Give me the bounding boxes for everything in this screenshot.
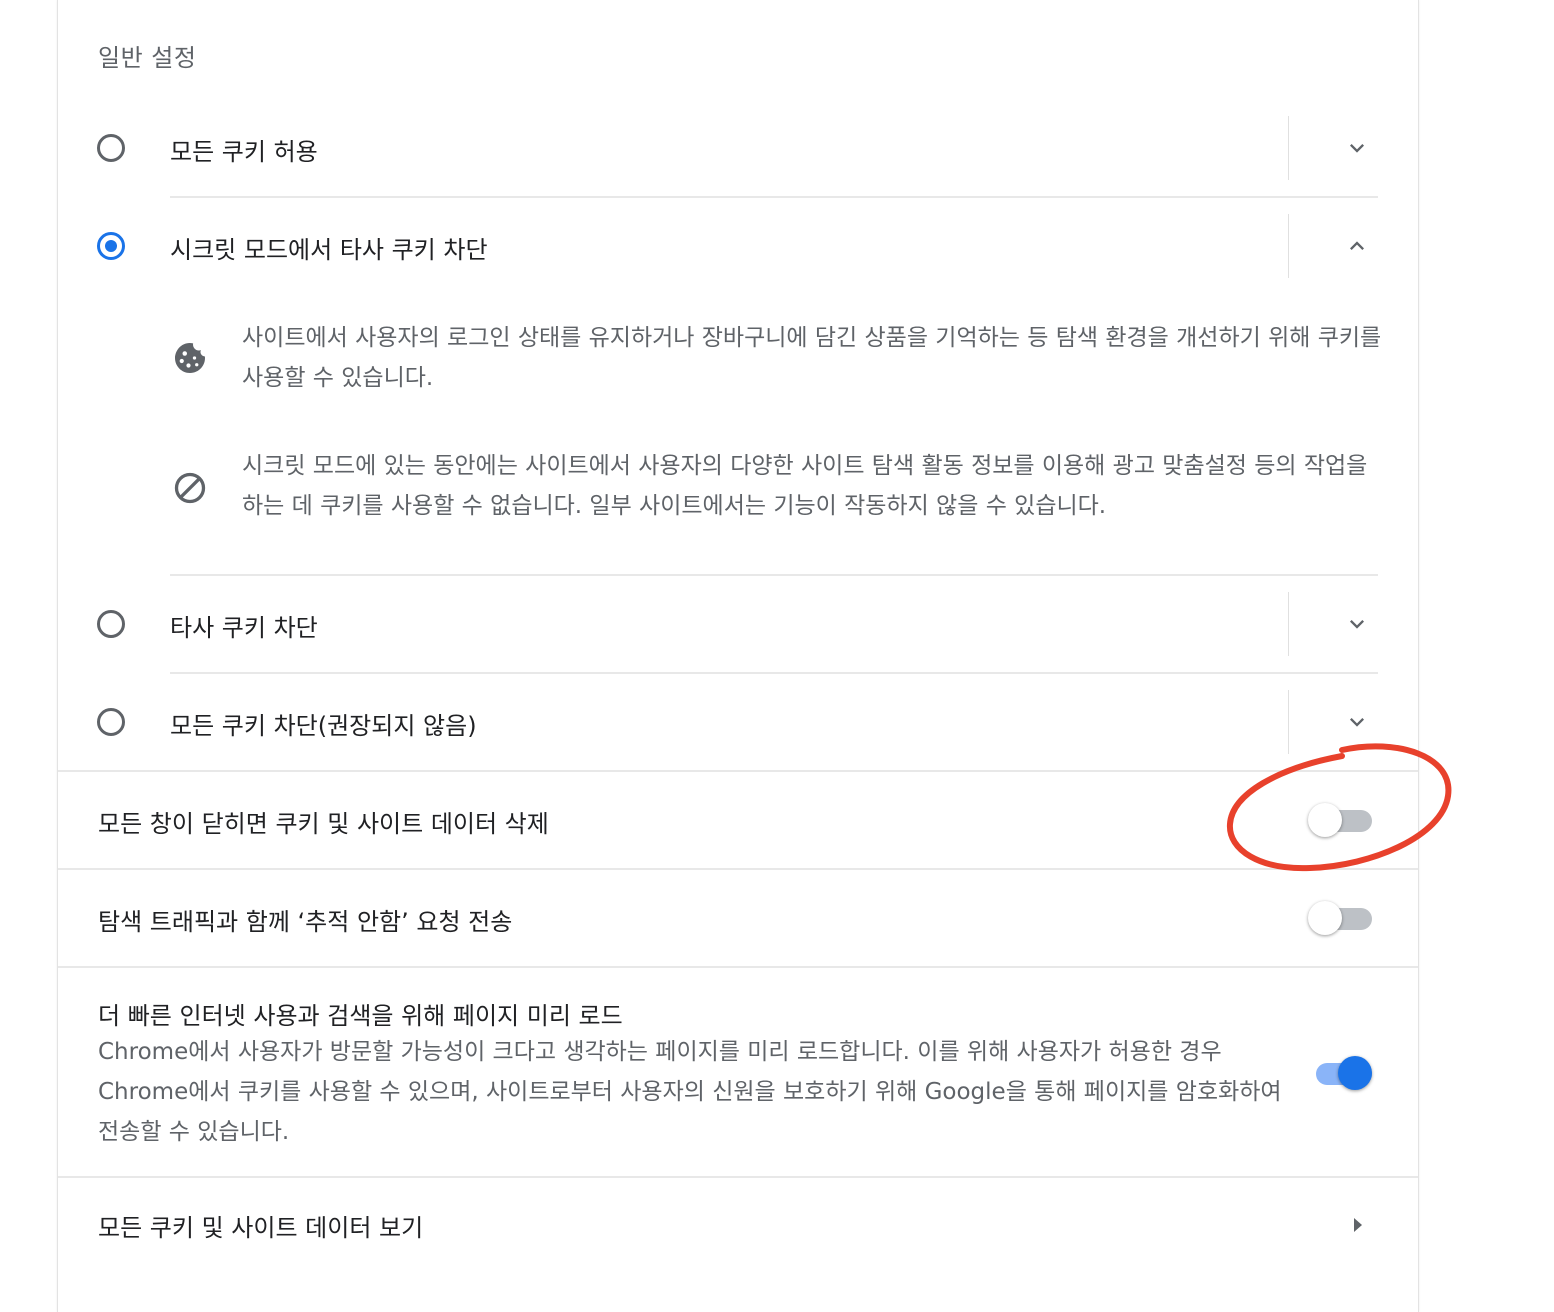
arrow-right-icon[interactable] <box>1348 1213 1368 1237</box>
divider <box>1288 214 1289 278</box>
divider <box>58 966 1418 968</box>
toggle-knob <box>1338 1056 1372 1090</box>
radio-option-block-incognito[interactable]: 시크릿 모드에서 타사 쿠키 차단 <box>58 198 1418 294</box>
radio-option-block-all[interactable]: 모든 쿠키 차단(권장되지 않음) <box>58 674 1418 770</box>
block-icon <box>174 472 206 504</box>
radio-button[interactable] <box>97 134 125 162</box>
chevron-down-icon[interactable] <box>1343 610 1371 638</box>
radio-button-checked[interactable] <box>97 232 125 260</box>
radio-option-block-third-party[interactable]: 타사 쿠키 차단 <box>58 576 1418 672</box>
divider <box>58 1176 1418 1178</box>
radio-label: 시크릿 모드에서 타사 쿠키 차단 <box>170 236 488 264</box>
annotation-ellipse <box>1226 743 1452 872</box>
do-not-track-toggle[interactable] <box>1308 900 1374 936</box>
radio-button[interactable] <box>97 708 125 736</box>
radio-label: 타사 쿠키 차단 <box>170 614 318 642</box>
chevron-down-icon[interactable] <box>1343 134 1371 162</box>
radio-button[interactable] <box>97 610 125 638</box>
divider <box>58 868 1418 870</box>
radio-label: 모든 쿠키 허용 <box>170 138 318 166</box>
detail-text: 사이트에서 사용자의 로그인 상태를 유지하거나 장바구니에 담긴 상품을 기억… <box>242 325 1382 391</box>
radio-option-allow-all[interactable]: 모든 쿠키 허용 <box>58 100 1418 196</box>
section-title: 일반 설정 <box>98 44 197 72</box>
see-all-cookies-label[interactable]: 모든 쿠키 및 사이트 데이터 보기 <box>98 1208 423 1243</box>
divider <box>1288 116 1289 180</box>
preload-label: 더 빠른 인터넷 사용과 검색을 위해 페이지 미리 로드 <box>98 1002 623 1030</box>
clear-on-exit-label: 모든 창이 닫히면 쿠키 및 사이트 데이터 삭제 <box>98 810 549 838</box>
detail-text: 시크릿 모드에 있는 동안에는 사이트에서 사용자의 다양한 사이트 탐색 활동… <box>242 453 1368 519</box>
do-not-track-label: 탐색 트래픽과 함께 ‘추적 안함’ 요청 전송 <box>98 908 513 936</box>
preload-description: Chrome에서 사용자가 방문할 가능성이 크다고 생각하는 페이지를 미리 … <box>98 1039 1282 1145</box>
chevron-down-icon[interactable] <box>1343 708 1371 736</box>
radio-label: 모든 쿠키 차단(권장되지 않음) <box>170 712 477 740</box>
preload-toggle[interactable] <box>1308 1055 1374 1091</box>
chevron-up-icon[interactable] <box>1343 232 1371 260</box>
settings-card: 일반 설정 모든 쿠키 허용 시크릿 모드에서 타사 쿠키 차단 사이트에서 사… <box>57 0 1419 1312</box>
cookie-icon <box>175 342 206 373</box>
divider <box>1288 592 1289 656</box>
toggle-knob <box>1308 901 1342 935</box>
divider <box>58 770 1418 772</box>
